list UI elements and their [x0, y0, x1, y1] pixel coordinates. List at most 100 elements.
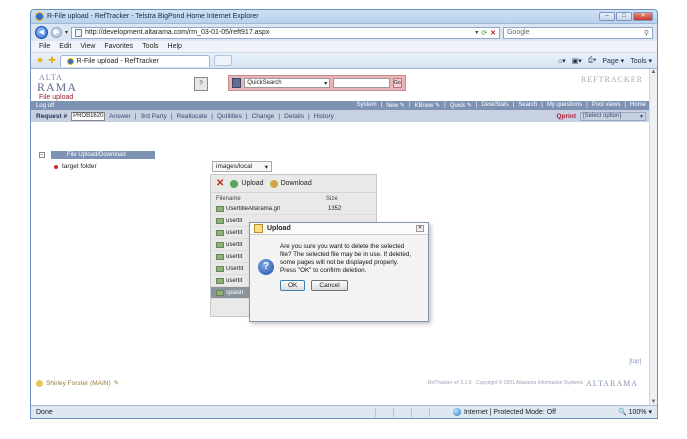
- image-file-icon: [216, 241, 224, 248]
- edit-user-icon[interactable]: ✎: [114, 379, 119, 387]
- quicksearch-select[interactable]: QuickSearch ▾: [244, 78, 331, 88]
- upload-icon: [230, 179, 239, 188]
- nav-sep: |: [444, 102, 446, 108]
- logo-main: RAMA: [37, 80, 78, 94]
- page-menu[interactable]: Page ▾: [602, 57, 624, 65]
- help-icon[interactable]: ?: [194, 77, 208, 91]
- logoff-link[interactable]: Log off: [36, 103, 54, 109]
- zoom-level[interactable]: 🔍 100% ▾: [618, 408, 652, 416]
- qprint-select[interactable]: [Select option] ▾: [580, 111, 646, 121]
- nav-sep: |: [380, 102, 383, 108]
- quicksearch-icon: [232, 78, 242, 88]
- nav-search[interactable]: Search: [518, 102, 537, 109]
- subnav-3rd-party[interactable]: 3rd Party: [140, 113, 166, 120]
- subnav-qutilities[interactable]: Qutilities: [217, 113, 242, 120]
- tree-item-target-folder[interactable]: target folder: [54, 163, 155, 170]
- reftracker-brand: REFTRACKER: [580, 75, 643, 84]
- download-label: Download: [280, 180, 312, 187]
- stop-icon[interactable]: ✕: [490, 29, 496, 37]
- copyright-text: RefTracker v# 3.1.5 - Copyright © 2001 A…: [427, 380, 584, 386]
- url-dropdown-icon[interactable]: ▾: [475, 29, 478, 36]
- request-nav: Request # PROB1620 Answer | 3rd Party | …: [31, 110, 651, 122]
- footer-brand: ALTARAMA: [586, 378, 638, 388]
- nav-deskstats[interactable]: DeskStats: [481, 102, 508, 109]
- request-number-input[interactable]: PROB1620: [71, 111, 106, 121]
- image-file-icon: [216, 253, 224, 260]
- nav-quick[interactable]: Quick ✎: [450, 102, 472, 109]
- ie-logo-icon: [35, 12, 44, 21]
- search-input[interactable]: Google ⚲: [503, 26, 653, 39]
- nav-kbnew[interactable]: KBnew ✎: [414, 102, 440, 109]
- table-row[interactable]: UsertitleAltarama.gif 1352: [211, 203, 376, 215]
- user-icon: [36, 379, 43, 387]
- url-field[interactable]: http://development.altarama.com/rm_03-01…: [71, 26, 500, 39]
- tools-menu[interactable]: Tools ▾: [630, 57, 652, 65]
- dialog-close-button[interactable]: ✕: [416, 225, 424, 232]
- subnav-answer[interactable]: Answer: [109, 113, 131, 120]
- nav-my-questions[interactable]: My questions: [547, 102, 582, 109]
- subnav-details[interactable]: Details: [284, 113, 304, 120]
- menu-edit[interactable]: Edit: [59, 43, 71, 50]
- scroll-up-icon[interactable]: ▲: [650, 69, 657, 77]
- search-icon[interactable]: ⚲: [644, 29, 649, 37]
- top-link[interactable]: [top]: [629, 359, 641, 365]
- refresh-icon[interactable]: ⟳: [481, 29, 487, 37]
- subnav-change[interactable]: Change: [252, 113, 275, 120]
- search-placeholder: Google: [507, 29, 530, 36]
- quicksearch-bar: QuickSearch ▾ Go: [228, 75, 406, 91]
- favorites-bar: ★ ✚ R-File upload - RefTracker ⌂▾ ▣▾ ⎙▾ …: [31, 53, 657, 69]
- vertical-scrollbar[interactable]: ▲ ▼: [649, 69, 657, 407]
- title-bar: R-File upload - RefTracker - Telstra Big…: [31, 10, 657, 24]
- zone-text: Internet | Protected Mode: Off: [463, 408, 556, 416]
- back-button[interactable]: ◀: [35, 26, 48, 39]
- subnav-sep: |: [170, 112, 173, 120]
- close-window-button[interactable]: ✕: [633, 12, 653, 21]
- quicksearch-input[interactable]: [333, 78, 390, 88]
- qprint-option: [Select option]: [583, 113, 622, 119]
- subnav-history[interactable]: History: [314, 113, 334, 120]
- upload-button[interactable]: Upload: [230, 179, 264, 188]
- minimize-button[interactable]: –: [599, 12, 615, 21]
- nav-pool-views[interactable]: Pool views: [592, 102, 621, 109]
- go-button[interactable]: Go: [392, 78, 402, 88]
- home-icon[interactable]: ⌂▾: [558, 57, 566, 65]
- new-tab-button[interactable]: [213, 55, 232, 66]
- menu-view[interactable]: View: [80, 43, 95, 50]
- forward-button[interactable]: ▶: [51, 27, 62, 38]
- menu-tools[interactable]: Tools: [142, 43, 158, 50]
- nav-system[interactable]: System: [357, 102, 377, 109]
- browser-tab[interactable]: R-File upload - RefTracker: [59, 54, 210, 67]
- collapse-icon[interactable]: −: [39, 152, 45, 158]
- nav-home[interactable]: Home: [630, 102, 646, 109]
- download-button[interactable]: Download: [269, 179, 312, 188]
- chevron-down-icon: ▾: [324, 80, 328, 87]
- history-dropdown-icon[interactable]: ▾: [65, 29, 68, 36]
- security-zone[interactable]: Internet | Protected Mode: Off: [452, 408, 598, 416]
- top-nav: Log off System | New ✎ | KBnew ✎ | Quick…: [31, 101, 651, 110]
- menu-file[interactable]: File: [39, 43, 50, 50]
- folder-select[interactable]: images/local ▾: [212, 161, 272, 172]
- print-icon[interactable]: ⎙▾: [588, 57, 597, 65]
- tree-header-label: File Upload/Download: [51, 151, 155, 159]
- status-cell: [392, 407, 411, 417]
- nav-sep: |: [541, 102, 543, 108]
- ok-button[interactable]: OK: [280, 280, 306, 291]
- status-text: Done: [36, 408, 53, 416]
- nav-new[interactable]: New ✎: [386, 102, 405, 109]
- add-favorite-icon[interactable]: ✚: [48, 55, 56, 66]
- maximize-button[interactable]: □: [616, 12, 632, 21]
- user-name[interactable]: Shirley Forster (MAIN): [46, 380, 111, 387]
- dialog-body: ? Are you sure you want to delete the se…: [250, 235, 428, 291]
- menu-help[interactable]: Help: [168, 43, 182, 50]
- feeds-icon[interactable]: ▣▾: [572, 57, 582, 65]
- url-text: http://development.altarama.com/rm_03-01…: [85, 29, 270, 36]
- page-content: ALTA RAMA File upload ? QuickSearch ▾ Go…: [31, 69, 651, 407]
- subnav-reallocate[interactable]: Reallocate: [177, 113, 208, 120]
- command-bar: ⌂▾ ▣▾ ⎙▾ Page ▾ Tools ▾: [558, 57, 652, 65]
- cancel-button[interactable]: Cancel: [311, 280, 348, 291]
- delete-icon[interactable]: ✕: [216, 178, 224, 189]
- image-file-icon: [216, 217, 224, 224]
- menu-favorites[interactable]: Favorites: [104, 43, 133, 50]
- bullet-icon: [54, 164, 58, 169]
- favorites-star-icon[interactable]: ★: [36, 55, 44, 66]
